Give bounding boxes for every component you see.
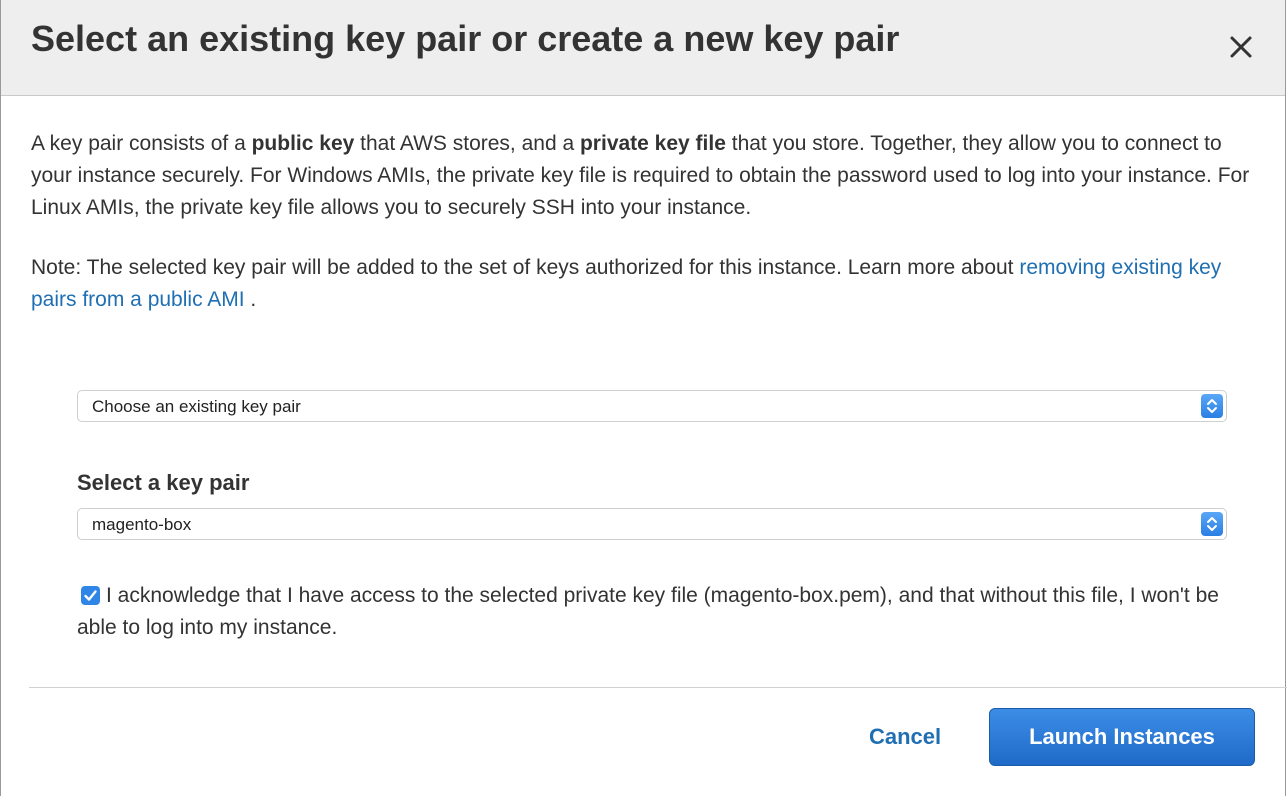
- stepper-icon: [1201, 394, 1223, 418]
- private-key-file-term: private key file: [579, 132, 726, 155]
- launch-instances-button[interactable]: Launch Instances: [989, 708, 1255, 766]
- close-button[interactable]: [1223, 26, 1259, 66]
- acknowledge-text: I acknowledge that I have access to the …: [77, 584, 1219, 639]
- acknowledge-row: I acknowledge that I have access to the …: [77, 580, 1227, 644]
- key-pair-option-select[interactable]: Choose an existing key pair: [77, 390, 1227, 422]
- intro-paragraph: A key pair consists of a public key that…: [31, 128, 1257, 224]
- note-suffix: .: [244, 288, 257, 311]
- key-pair-select[interactable]: magento-box: [77, 508, 1227, 540]
- stepper-icon: [1201, 512, 1223, 536]
- key-pair-option-value: Choose an existing key pair: [92, 397, 301, 416]
- intro-text: A key pair consists of a: [31, 132, 252, 155]
- intro-text: that AWS stores, and a: [354, 132, 580, 155]
- acknowledge-checkbox[interactable]: [81, 586, 100, 605]
- footer-divider: [29, 687, 1287, 688]
- note-paragraph: Note: The selected key pair will be adde…: [31, 252, 1257, 316]
- cancel-button[interactable]: Cancel: [869, 724, 941, 750]
- dialog-header: Select an existing key pair or create a …: [1, 0, 1285, 96]
- public-key-term: public key: [251, 132, 355, 155]
- dialog-title: Select an existing key pair or create a …: [31, 18, 900, 59]
- dialog-body: A key pair consists of a public key that…: [31, 128, 1257, 316]
- key-pair-dialog: Select an existing key pair or create a …: [0, 0, 1287, 796]
- select-key-pair-label: Select a key pair: [77, 470, 250, 495]
- close-icon: [1230, 36, 1252, 58]
- note-text: Note: The selected key pair will be adde…: [31, 256, 1020, 279]
- checkmark-icon: [84, 590, 97, 601]
- key-pair-value: magento-box: [92, 515, 192, 534]
